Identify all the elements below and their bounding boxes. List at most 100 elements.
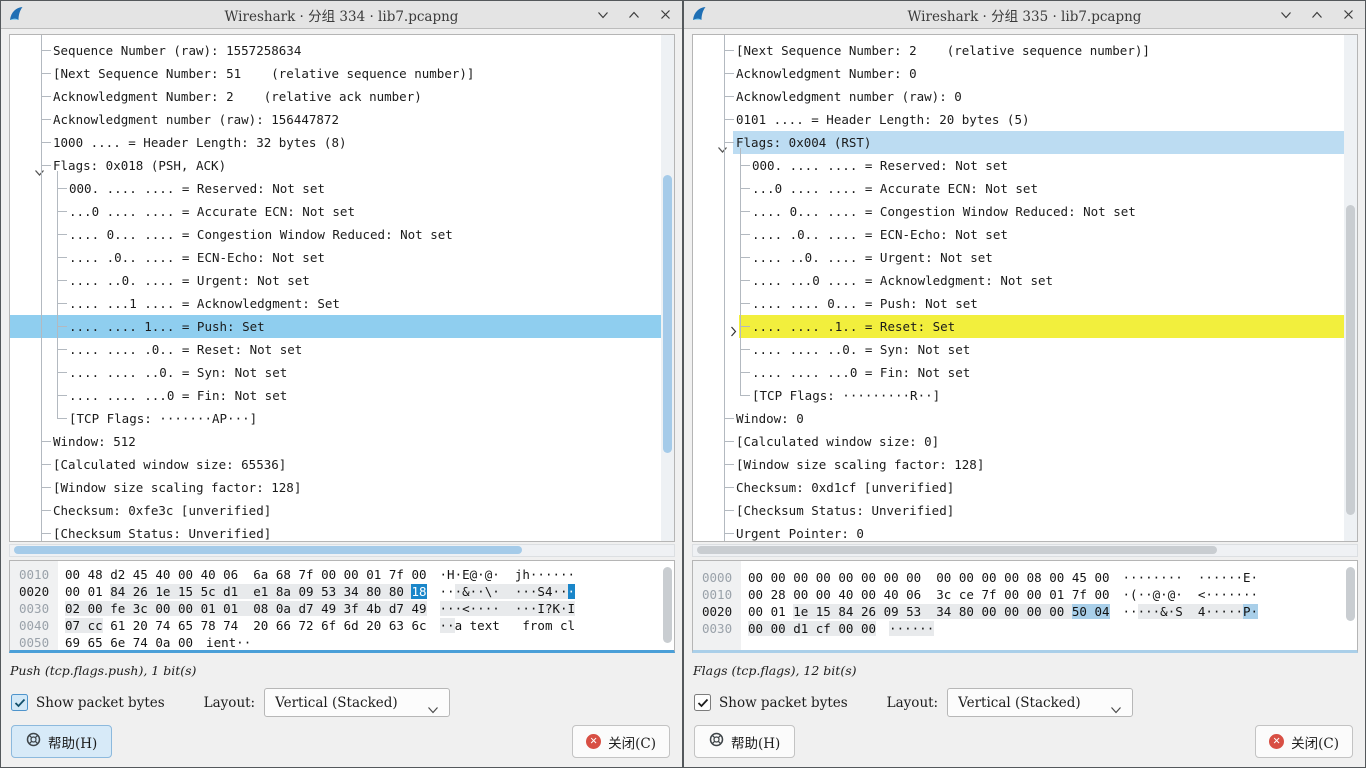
- hex-bytes[interactable]: 00 48 d2 45 40 00 40 06 6a 68 7f 00 00 0…: [65, 567, 427, 582]
- tree-row[interactable]: Acknowledgment number (raw): 0: [693, 85, 1357, 108]
- close-dialog-button[interactable]: ✕ 关闭(C): [1255, 725, 1353, 758]
- tree-row[interactable]: [Checksum Status: Unverified]: [693, 499, 1357, 522]
- close-window-icon[interactable]: [658, 8, 672, 22]
- hex-ascii[interactable]: ···<···· ···I?K·I: [440, 601, 576, 616]
- hex-row[interactable]: 001000 48 d2 45 40 00 40 06 6a 68 7f 00 …: [10, 566, 674, 583]
- tree-row[interactable]: [Checksum Status: Unverified]: [10, 522, 674, 542]
- tree-row[interactable]: [Next Sequence Number: 2 (relative seque…: [693, 39, 1357, 62]
- help-button[interactable]: 帮助(H): [11, 725, 112, 758]
- tree-row[interactable]: [TCP Flags: ·······AP···]: [10, 407, 674, 430]
- tree-row[interactable]: Checksum: 0xd1cf [unverified]: [693, 476, 1357, 499]
- packet-bytes-pane[interactable]: 000000 00 00 00 00 00 00 00 00 00 00 00 …: [692, 560, 1358, 653]
- scrollbar-thumb[interactable]: [663, 175, 672, 453]
- tree-row[interactable]: Acknowledgment Number: 0: [693, 62, 1357, 85]
- hex-bytes[interactable]: 00 01 84 26 1e 15 5c d1 e1 8a 09 53 34 8…: [65, 584, 427, 599]
- tree-row[interactable]: 000. .... .... = Reserved: Not set: [10, 177, 674, 200]
- hex-row[interactable]: 003002 00 fe 3c 00 00 01 01 08 0a d7 49 …: [10, 600, 674, 617]
- tree-horizontal-scrollbar[interactable]: [9, 544, 675, 557]
- tree-row[interactable]: Flags: 0x018 (PSH, ACK): [10, 154, 674, 177]
- show-packet-bytes-checkbox[interactable]: [11, 694, 28, 711]
- packet-bytes-pane[interactable]: 001000 48 d2 45 40 00 40 06 6a 68 7f 00 …: [9, 560, 675, 653]
- tree-row[interactable]: .... .... ..0. = Syn: Not set: [10, 361, 674, 384]
- tree-row[interactable]: Window: 512: [10, 430, 674, 453]
- tree-row[interactable]: 0101 .... = Header Length: 20 bytes (5): [693, 108, 1357, 131]
- tree-row[interactable]: .... .... ..0. = Syn: Not set: [693, 338, 1357, 361]
- tree-row[interactable]: [TCP Flags: ·········R··]: [693, 384, 1357, 407]
- show-packet-bytes-checkbox[interactable]: [694, 694, 711, 711]
- tree-row[interactable]: [Next Sequence Number: 51 (relative sequ…: [10, 62, 674, 85]
- packet-detail-tree[interactable]: [Next Sequence Number: 2 (relative seque…: [692, 34, 1358, 542]
- tree-row[interactable]: 000. .... .... = Reserved: Not set: [693, 154, 1357, 177]
- tree-row[interactable]: .... ..0. .... = Urgent: Not set: [10, 269, 674, 292]
- hex-bytes[interactable]: 00 01 1e 15 84 26 09 53 34 80 00 00 00 0…: [748, 604, 1110, 619]
- hex-ascii[interactable]: ·H·E@·@· jh······: [440, 567, 576, 582]
- layout-select[interactable]: Vertical (Stacked): [264, 688, 450, 717]
- hex-bytes[interactable]: 00 00 00 00 00 00 00 00 00 00 00 00 08 0…: [748, 570, 1110, 585]
- hex-ascii[interactable]: ········ ······E·: [1123, 570, 1259, 585]
- scrollbar-thumb[interactable]: [697, 546, 1217, 554]
- hex-row[interactable]: 001000 28 00 00 40 00 40 06 3c ce 7f 00 …: [693, 586, 1357, 603]
- tree-row[interactable]: Acknowledgment number (raw): 156447872: [10, 108, 674, 131]
- tree-row[interactable]: [Calculated window size: 65536]: [10, 453, 674, 476]
- tree-row[interactable]: .... ...1 .... = Acknowledgment: Set: [10, 292, 674, 315]
- hex-ascii[interactable]: ient··: [206, 635, 251, 650]
- packet-detail-tree[interactable]: Sequence Number (raw): 1557258634[Next S…: [9, 34, 675, 542]
- help-button[interactable]: 帮助(H): [694, 725, 795, 758]
- tree-horizontal-scrollbar[interactable]: [692, 544, 1358, 557]
- hex-bytes[interactable]: 02 00 fe 3c 00 00 01 01 08 0a d7 49 3f 4…: [65, 601, 427, 616]
- hex-row[interactable]: 002000 01 1e 15 84 26 09 53 34 80 00 00 …: [693, 603, 1357, 620]
- scrollbar-thumb[interactable]: [1346, 205, 1355, 515]
- close-dialog-button[interactable]: ✕ 关闭(C): [572, 725, 670, 758]
- tree-row[interactable]: [Calculated window size: 0]: [693, 430, 1357, 453]
- tree-row[interactable]: .... .... .0.. = Reset: Not set: [10, 338, 674, 361]
- tree-row[interactable]: 1000 .... = Header Length: 32 bytes (8): [10, 131, 674, 154]
- chevron-down-button[interactable]: [596, 8, 610, 22]
- tree-row[interactable]: .... .... 1... = Push: Set: [10, 315, 674, 338]
- tree-guide-dash: [41, 73, 51, 74]
- hex-row[interactable]: 003000 00 d1 cf 00 00······: [693, 620, 1357, 637]
- hex-bytes[interactable]: 69 65 6e 74 0a 00: [65, 635, 193, 650]
- tree-scrollbar[interactable]: [1344, 35, 1357, 541]
- hex-ascii[interactable]: ······: [889, 621, 934, 636]
- tree-row[interactable]: .... .... .1.. = Reset: Set: [693, 315, 1357, 338]
- tree-row[interactable]: Acknowledgment Number: 2 (relative ack n…: [10, 85, 674, 108]
- hex-bytes[interactable]: 07 cc 61 20 74 65 78 74 20 66 72 6f 6d 2…: [65, 618, 427, 633]
- tree-row[interactable]: [Window size scaling factor: 128]: [10, 476, 674, 499]
- tree-row[interactable]: .... 0... .... = Congestion Window Reduc…: [693, 200, 1357, 223]
- tree-row[interactable]: .... 0... .... = Congestion Window Reduc…: [10, 223, 674, 246]
- tree-scrollbar[interactable]: [661, 35, 674, 541]
- tree-row[interactable]: ...0 .... .... = Accurate ECN: Not set: [693, 177, 1357, 200]
- tree-row[interactable]: .... ..0. .... = Urgent: Not set: [693, 246, 1357, 269]
- tree-row[interactable]: .... .... ...0 = Fin: Not set: [693, 361, 1357, 384]
- hex-bytes[interactable]: 00 00 d1 cf 00 00: [748, 621, 876, 636]
- scrollbar-thumb[interactable]: [14, 546, 522, 554]
- tree-row[interactable]: .... .... ...0 = Fin: Not set: [10, 384, 674, 407]
- tree-row[interactable]: Urgent Pointer: 0: [693, 522, 1357, 542]
- hex-ascii[interactable]: ·(··@·@· <·······: [1123, 587, 1259, 602]
- tree-row[interactable]: .... .0.. .... = ECN-Echo: Not set: [693, 223, 1357, 246]
- scrollbar-thumb[interactable]: [1346, 567, 1355, 621]
- hex-row[interactable]: 005069 65 6e 74 0a 00ient··: [10, 634, 674, 651]
- hex-bytes[interactable]: 00 28 00 00 40 00 40 06 3c ce 7f 00 00 0…: [748, 587, 1110, 602]
- hex-row[interactable]: 002000 01 84 26 1e 15 5c d1 e1 8a 09 53 …: [10, 583, 674, 600]
- hex-row[interactable]: 004007 cc 61 20 74 65 78 74 20 66 72 6f …: [10, 617, 674, 634]
- tree-row[interactable]: [Window size scaling factor: 128]: [693, 453, 1357, 476]
- chevron-up-button[interactable]: [1310, 8, 1324, 22]
- hex-ascii[interactable]: ···&··\· ···S4···: [440, 584, 576, 599]
- tree-row[interactable]: Flags: 0x004 (RST): [693, 131, 1357, 154]
- tree-row[interactable]: Checksum: 0xfe3c [unverified]: [10, 499, 674, 522]
- hex-ascii[interactable]: ··a text from cl: [440, 618, 576, 633]
- tree-row[interactable]: Sequence Number (raw): 1557258634: [10, 39, 674, 62]
- tree-row[interactable]: Window: 0: [693, 407, 1357, 430]
- tree-row[interactable]: ...0 .... .... = Accurate ECN: Not set: [10, 200, 674, 223]
- tree-row[interactable]: .... .... 0... = Push: Not set: [693, 292, 1357, 315]
- hex-row[interactable]: 000000 00 00 00 00 00 00 00 00 00 00 00 …: [693, 569, 1357, 586]
- layout-select[interactable]: Vertical (Stacked): [947, 688, 1133, 717]
- tree-row[interactable]: .... ...0 .... = Acknowledgment: Not set: [693, 269, 1357, 292]
- scrollbar-thumb[interactable]: [663, 567, 672, 643]
- close-window-icon[interactable]: [1341, 8, 1355, 22]
- hex-ascii[interactable]: ·····&·S 4·····P·: [1123, 604, 1259, 619]
- chevron-down-button[interactable]: [1279, 8, 1293, 22]
- tree-row[interactable]: .... .0.. .... = ECN-Echo: Not set: [10, 246, 674, 269]
- chevron-up-button[interactable]: [627, 8, 641, 22]
